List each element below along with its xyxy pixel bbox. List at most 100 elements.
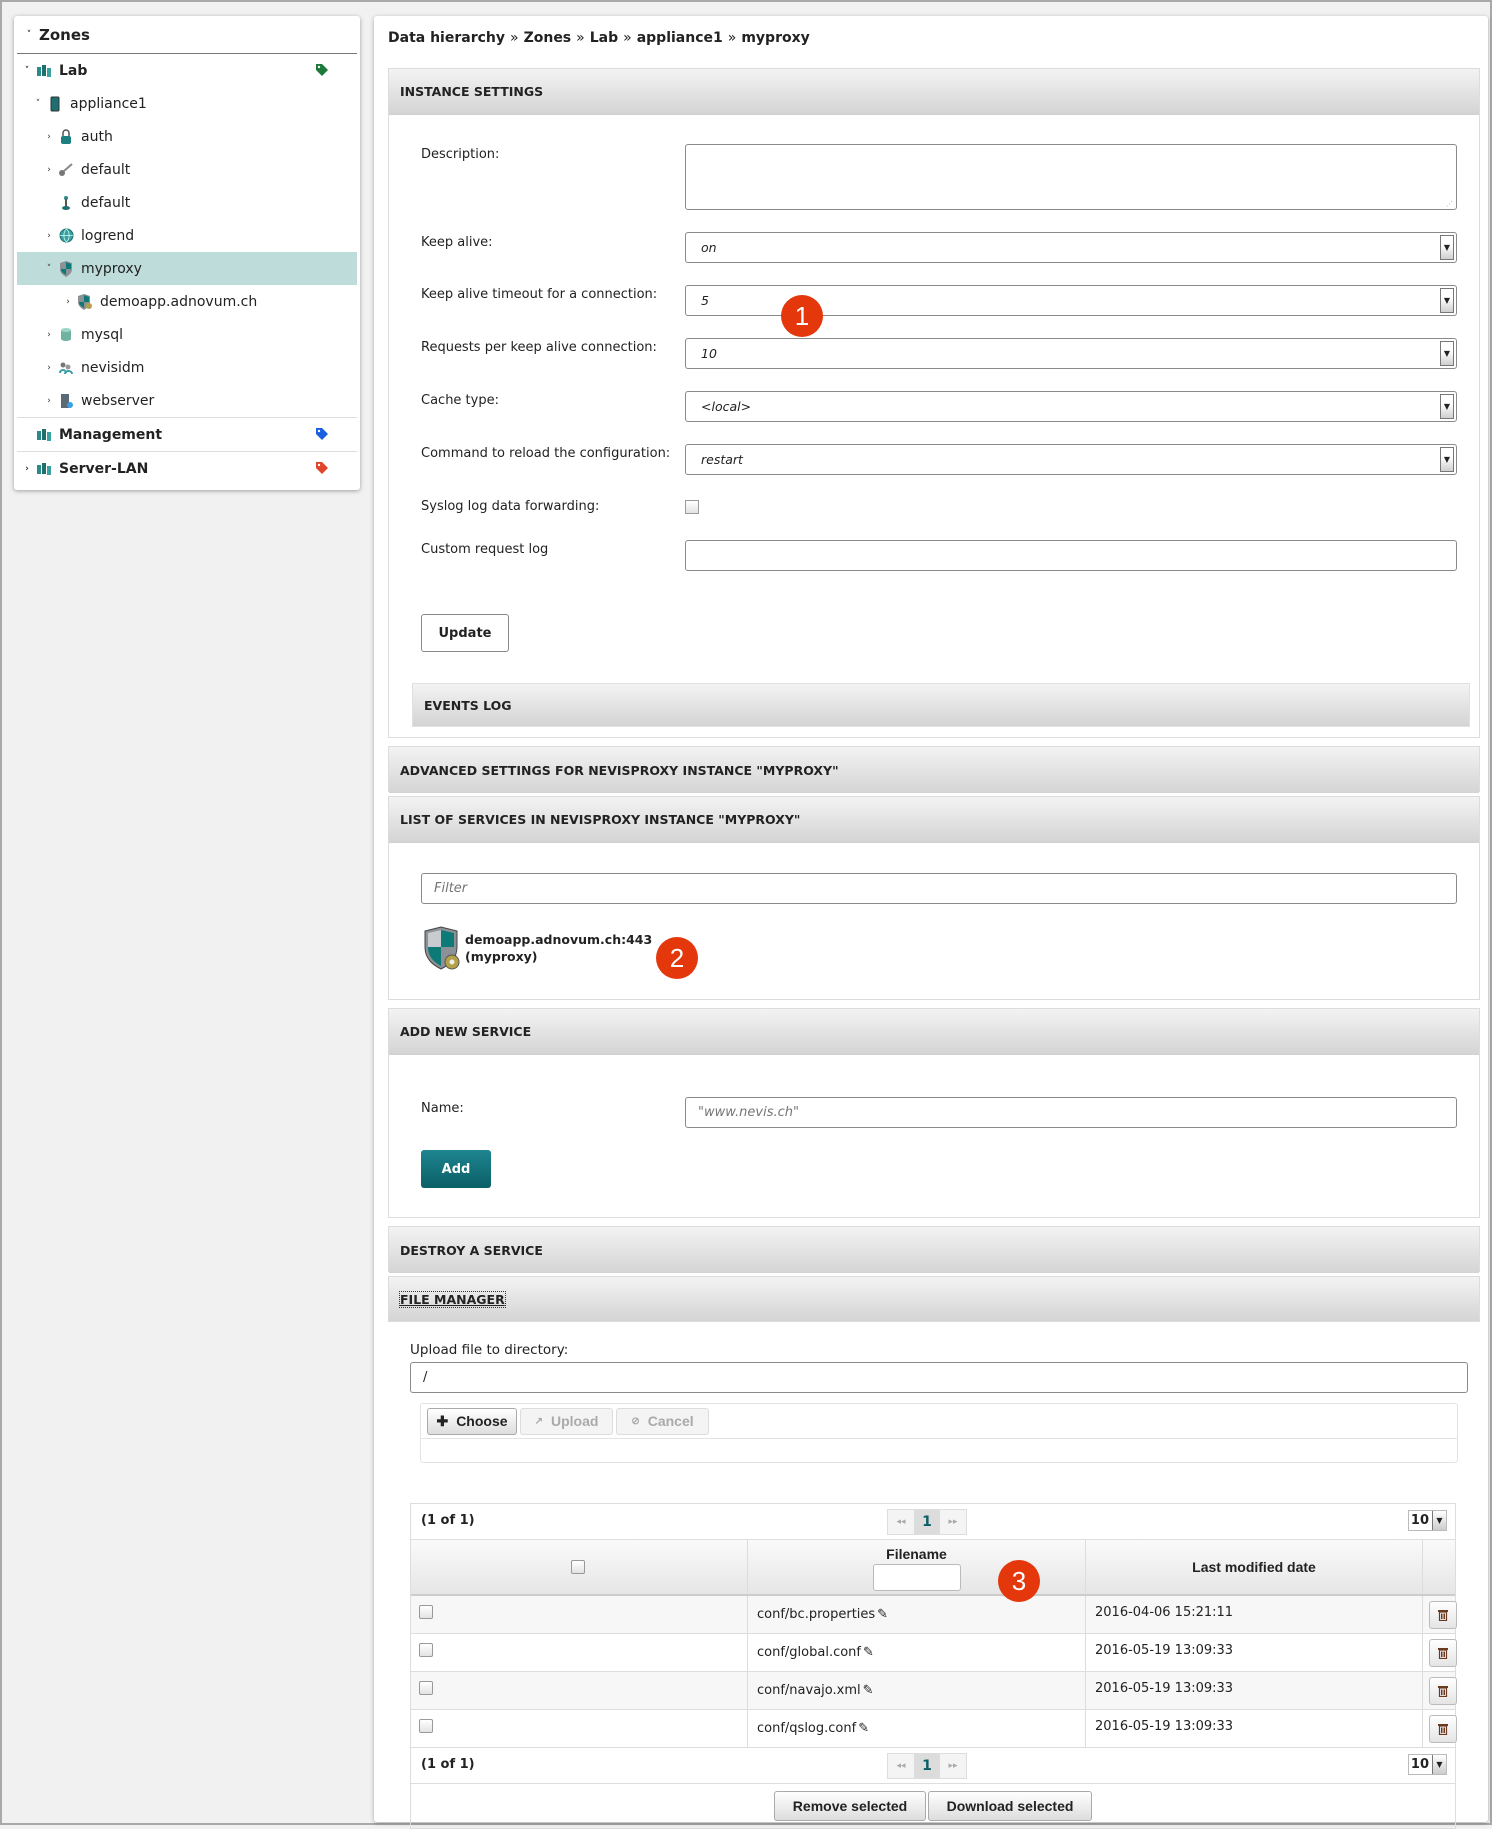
edit-pencil-icon[interactable]: ✎ (863, 1683, 874, 1698)
custom-log-input[interactable] (685, 540, 1457, 571)
file-row[interactable]: conf/bc.properties ✎ 2016-04-06 15:21:11 (411, 1596, 1457, 1634)
dropdown-arrow-icon[interactable]: ▼ (1440, 288, 1454, 313)
edit-pencil-icon[interactable]: ✎ (863, 1645, 874, 1660)
reload-command-select[interactable]: restart ▼ (685, 444, 1457, 475)
cache-type-select[interactable]: <local> ▼ (685, 391, 1457, 422)
syslog-checkbox[interactable] (685, 500, 699, 514)
breadcrumb-item[interactable]: Lab (590, 30, 618, 46)
chevron-right-icon[interactable]: › (43, 396, 55, 406)
chevron-right-icon[interactable]: › (43, 231, 55, 241)
row-checkbox[interactable] (419, 1605, 433, 1619)
tree-item-logrend[interactable]: › logrend (17, 219, 357, 252)
events-log-header[interactable]: EVENTS LOG (413, 684, 1469, 726)
tag-icon[interactable] (315, 461, 329, 475)
last-modified-column[interactable]: Last modified date (1086, 1540, 1423, 1594)
file-row[interactable]: conf/navajo.xml ✎ 2016-05-19 13:09:33 (411, 1672, 1457, 1710)
tree-item-nevisidm[interactable]: › nevisidm (17, 351, 357, 384)
dropdown-arrow-icon[interactable]: ▼ (1440, 235, 1454, 260)
row-checkbox[interactable] (419, 1681, 433, 1695)
instance-settings-header[interactable]: INSTANCE SETTINGS (389, 69, 1479, 115)
tree-item-lab[interactable]: ˅ Lab (17, 54, 357, 87)
dropdown-arrow-icon[interactable]: ▼ (1432, 1755, 1446, 1774)
prev-page-icon[interactable]: ◂◂ (888, 1510, 914, 1534)
remove-selected-button[interactable]: Remove selected (774, 1791, 926, 1821)
advanced-settings-header[interactable]: ADVANCED SETTINGS FOR NEVISPROXY INSTANC… (389, 747, 1479, 793)
tag-icon[interactable] (315, 427, 329, 441)
service-item[interactable]: demoapp.adnovum.ch:443 (myproxy) (421, 925, 652, 971)
pagination: ◂◂ 1 ▸▸ (887, 1753, 967, 1779)
update-button[interactable]: Update (421, 614, 509, 652)
chevron-down-icon[interactable]: ˅ (23, 30, 35, 40)
cancel-upload-button[interactable]: ⊘ Cancel (616, 1407, 709, 1435)
services-header[interactable]: LIST OF SERVICES IN NEVISPROXY INSTANCE … (389, 797, 1479, 843)
description-textarea[interactable]: ⋰ (685, 144, 1457, 210)
filename[interactable]: conf/global.conf (757, 1645, 861, 1660)
tree-item-appliance1[interactable]: ˅ appliance1 (17, 87, 357, 120)
trash-icon[interactable] (1429, 1677, 1457, 1705)
download-selected-button[interactable]: Download selected (928, 1791, 1092, 1821)
trash-icon[interactable] (1429, 1639, 1457, 1667)
tree-item-default[interactable]: › default (17, 153, 357, 186)
tree-item-demoapp-adnovum-ch[interactable]: › demoapp.adnovum.ch (17, 285, 357, 318)
annotation-badge-2: 2 (656, 937, 698, 979)
tree-item-webserver[interactable]: › webserver (17, 384, 357, 417)
file-row[interactable]: conf/qslog.conf ✎ 2016-05-19 13:09:33 (411, 1710, 1457, 1748)
dropdown-arrow-icon[interactable]: ▼ (1440, 394, 1454, 419)
next-page-icon[interactable]: ▸▸ (940, 1510, 966, 1534)
breadcrumb-item[interactable]: Data hierarchy (388, 30, 505, 46)
destroy-service-header[interactable]: DESTROY A SERVICE (389, 1227, 1479, 1273)
filename[interactable]: conf/qslog.conf (757, 1721, 856, 1736)
resize-handle-icon[interactable]: ⋰ (1446, 200, 1453, 208)
file-manager-title[interactable]: FILE MANAGER (399, 1290, 506, 1308)
zones-header[interactable]: ˅ Zones (17, 16, 357, 54)
page-number[interactable]: 1 (914, 1754, 940, 1778)
service-name-input[interactable] (685, 1097, 1457, 1128)
filename[interactable]: conf/bc.properties (757, 1607, 875, 1622)
tree-item-auth[interactable]: › auth (17, 120, 357, 153)
rows-per-page-select[interactable]: 10 ▼ (1407, 1754, 1447, 1775)
chevron-right-icon[interactable]: › (21, 464, 33, 474)
page-number[interactable]: 1 (914, 1510, 940, 1534)
dropdown-arrow-icon[interactable]: ▼ (1440, 341, 1454, 366)
tree-item-server-lan[interactable]: › Server-LAN (17, 451, 357, 485)
filename[interactable]: conf/navajo.xml (757, 1683, 861, 1698)
add-service-header[interactable]: ADD NEW SERVICE (389, 1009, 1479, 1055)
row-checkbox[interactable] (419, 1643, 433, 1657)
chevron-right-icon[interactable]: › (43, 330, 55, 340)
chevron-right-icon[interactable]: › (43, 363, 55, 373)
tree-item-myproxy[interactable]: ˅ myproxy (17, 252, 357, 285)
edit-pencil-icon[interactable]: ✎ (877, 1607, 888, 1622)
chevron-down-icon[interactable]: ˅ (21, 66, 33, 76)
upload-button[interactable]: ↗ Upload (520, 1407, 613, 1435)
tree-item-management[interactable]: Management (17, 417, 357, 451)
requests-select[interactable]: 10 ▼ (685, 338, 1457, 369)
chevron-down-icon[interactable]: ˅ (43, 264, 55, 274)
file-row[interactable]: conf/global.conf ✎ 2016-05-19 13:09:33 (411, 1634, 1457, 1672)
file-manager-header[interactable]: FILE MANAGER (388, 1276, 1480, 1322)
choose-file-button[interactable]: ✚ Choose (427, 1407, 517, 1435)
edit-pencil-icon[interactable]: ✎ (858, 1721, 869, 1736)
dropdown-arrow-icon[interactable]: ▼ (1440, 447, 1454, 472)
trash-icon[interactable] (1429, 1715, 1457, 1743)
dropdown-arrow-icon[interactable]: ▼ (1432, 1511, 1446, 1530)
filename-filter-input[interactable] (872, 1564, 961, 1591)
breadcrumb-item[interactable]: Zones (524, 30, 572, 46)
breadcrumb-item[interactable]: appliance1 (637, 30, 723, 46)
tree-item-mysql[interactable]: › mysql (17, 318, 357, 351)
chevron-right-icon[interactable]: › (43, 132, 55, 142)
tree-item-default[interactable]: default (17, 186, 357, 219)
select-all-checkbox[interactable] (571, 1560, 585, 1574)
add-service-button[interactable]: Add (421, 1150, 491, 1188)
row-checkbox[interactable] (419, 1719, 433, 1733)
chevron-down-icon[interactable]: ˅ (32, 99, 44, 109)
trash-icon[interactable] (1429, 1601, 1457, 1629)
rows-per-page-select[interactable]: 10 ▼ (1407, 1510, 1447, 1531)
upload-directory-input[interactable]: / (410, 1362, 1468, 1393)
chevron-right-icon[interactable]: › (43, 165, 55, 175)
tag-icon[interactable] (315, 63, 329, 77)
prev-page-icon[interactable]: ◂◂ (888, 1754, 914, 1778)
keep-alive-select[interactable]: on ▼ (685, 232, 1457, 263)
next-page-icon[interactable]: ▸▸ (940, 1754, 966, 1778)
chevron-right-icon[interactable]: › (62, 297, 74, 307)
services-filter-input[interactable] (421, 873, 1457, 904)
